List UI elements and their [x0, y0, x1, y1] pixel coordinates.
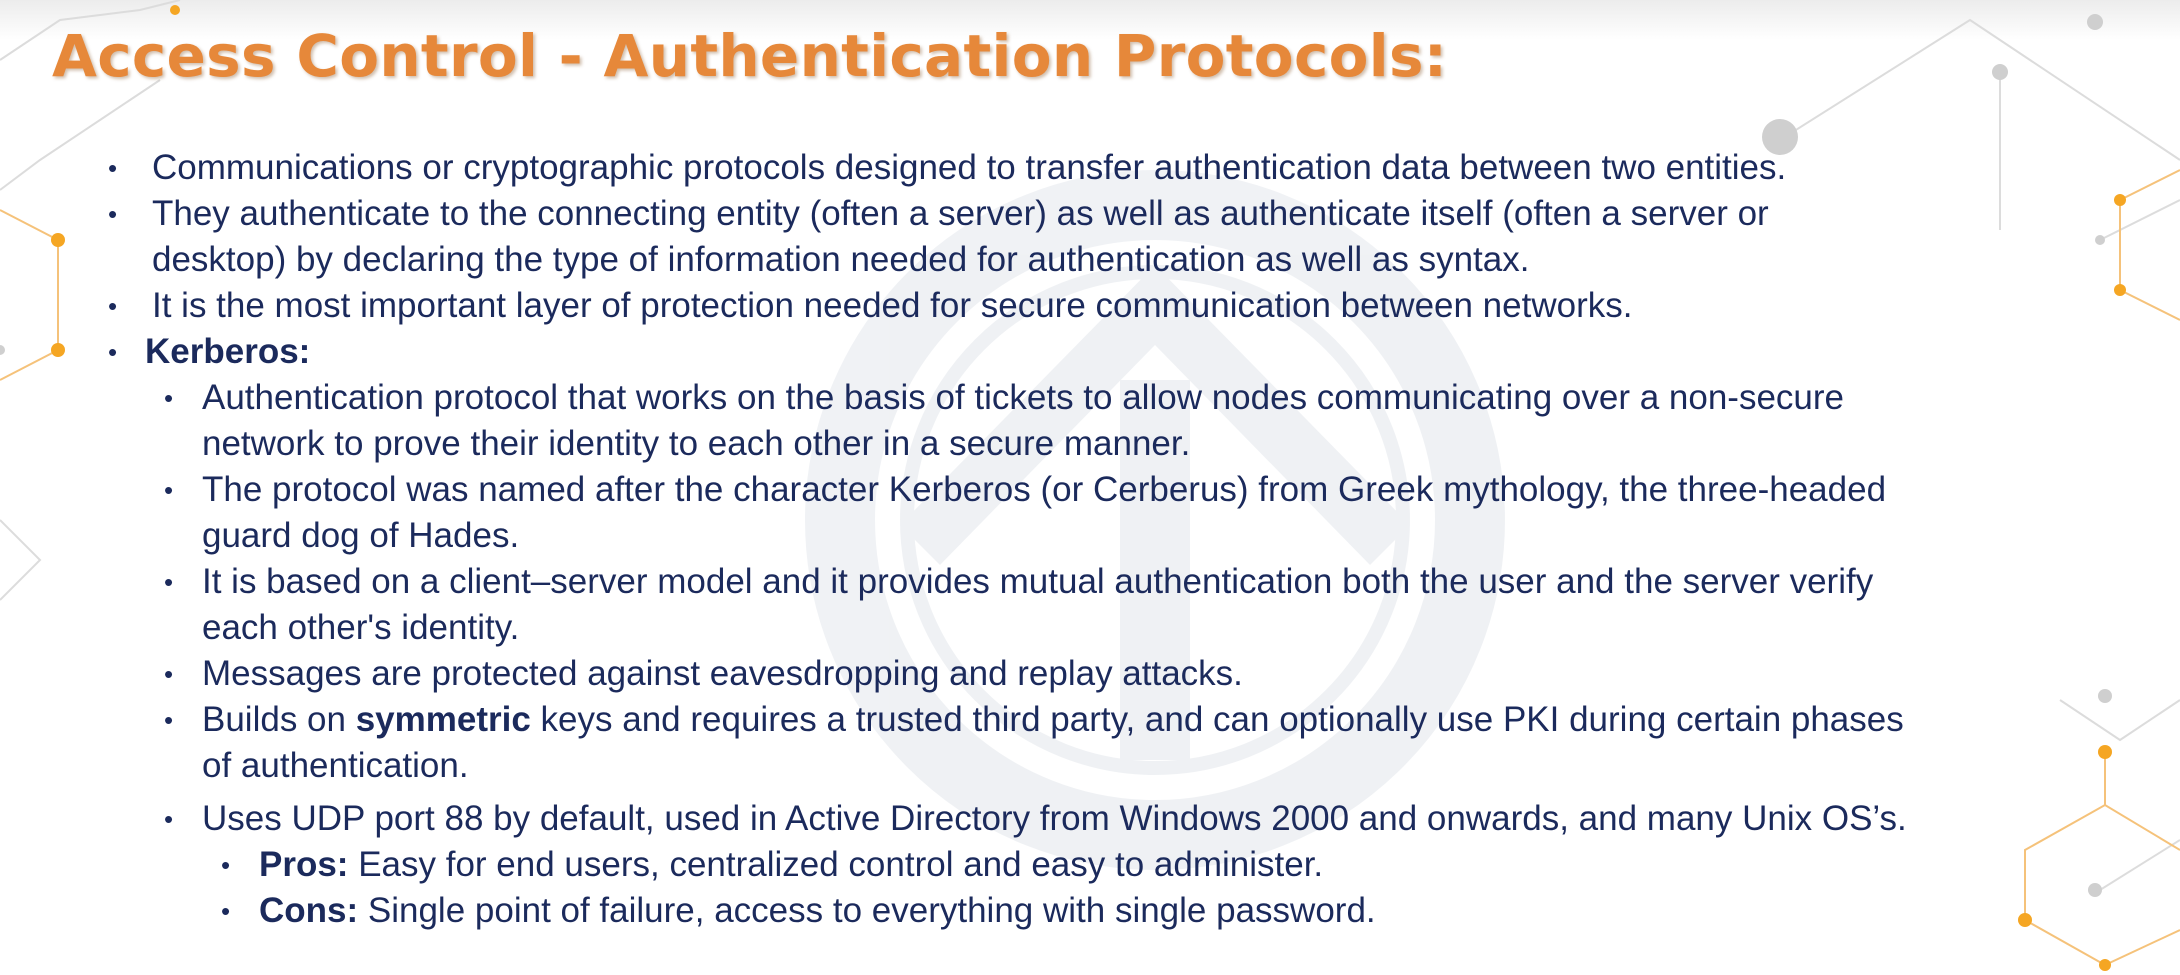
item-text-line1: They authenticate to the connecting enti…	[152, 194, 1769, 233]
item-text-line1: It is based on a client–server model and…	[202, 562, 1874, 601]
bullet-dot: •	[221, 850, 231, 880]
bullet-dot: •	[108, 337, 118, 367]
text-post: keys and requires a trusted third party,…	[530, 700, 1904, 739]
pros-label: Pros:	[259, 845, 349, 884]
cons-label: Cons:	[259, 891, 359, 930]
text-pre: Builds on	[202, 700, 356, 739]
cons-text-line: Cons: Single point of failure, access to…	[259, 888, 1376, 934]
item-text-line1: Builds on symmetric keys and requires a …	[202, 697, 1904, 743]
item-text: Messages are protected against eavesdrop…	[202, 654, 1243, 693]
bullet-dot: •	[164, 383, 174, 413]
slide-title: Access Control - Authentication Protocol…	[52, 22, 1448, 90]
kerberos-list-item: • Uses UDP port 88 by default, used in A…	[164, 796, 1907, 842]
list-item: • They authenticate to the connecting en…	[108, 191, 1769, 283]
list-item: • Communications or cryptographic protoc…	[108, 145, 1787, 191]
kerberos-list-item: • Authentication protocol that works on …	[164, 375, 1844, 467]
pros-text-line: Pros: Easy for end users, centralized co…	[259, 842, 1323, 888]
bullet-dot: •	[164, 659, 174, 689]
item-text: Communications or cryptographic protocol…	[152, 148, 1787, 187]
bullet-dot: •	[164, 567, 174, 597]
kerberos-list-item: • The protocol was named after the chara…	[164, 467, 1887, 559]
bullet-dot: •	[108, 199, 118, 229]
item-text-line2: guard dog of Hades.	[202, 516, 520, 555]
list-item: • It is the most important layer of prot…	[108, 283, 1633, 329]
bullet-dot: •	[164, 804, 174, 834]
cons-item: • Cons: Single point of failure, access …	[221, 888, 1376, 934]
bullet-dot: •	[221, 896, 231, 926]
item-text-line2: each other's identity.	[202, 608, 520, 647]
item-text-line1: Authentication protocol that works on th…	[202, 378, 1844, 417]
item-text-line2: network to prove their identity to each …	[202, 424, 1191, 463]
bullet-dot: •	[164, 475, 174, 505]
kerberos-list-item: • It is based on a client–server model a…	[164, 559, 1874, 651]
item-text-line1: The protocol was named after the charact…	[202, 470, 1887, 509]
kerberos-list-item: • Messages are protected against eavesdr…	[164, 651, 1243, 697]
pros-text: Easy for end users, centralized control …	[348, 845, 1324, 884]
item-text-line2: desktop) by declaring the type of inform…	[152, 240, 1530, 279]
pros-item: • Pros: Easy for end users, centralized …	[221, 842, 1323, 888]
kerberos-heading: Kerberos:	[145, 332, 311, 371]
item-text: Uses UDP port 88 by default, used in Act…	[202, 799, 1907, 838]
bullet-dot: •	[108, 291, 118, 321]
kerberos-list-item: • Builds on symmetric keys and requires …	[164, 697, 1904, 789]
item-text-line2: of authentication.	[202, 746, 469, 785]
cons-text: Single point of failure, access to every…	[358, 891, 1376, 930]
item-text: It is the most important layer of protec…	[152, 286, 1633, 325]
kerberos-heading-item: • Kerberos:	[108, 329, 311, 375]
text-bold: symmetric	[355, 700, 531, 739]
bullet-dot: •	[164, 705, 174, 735]
bullet-dot: •	[108, 153, 118, 183]
